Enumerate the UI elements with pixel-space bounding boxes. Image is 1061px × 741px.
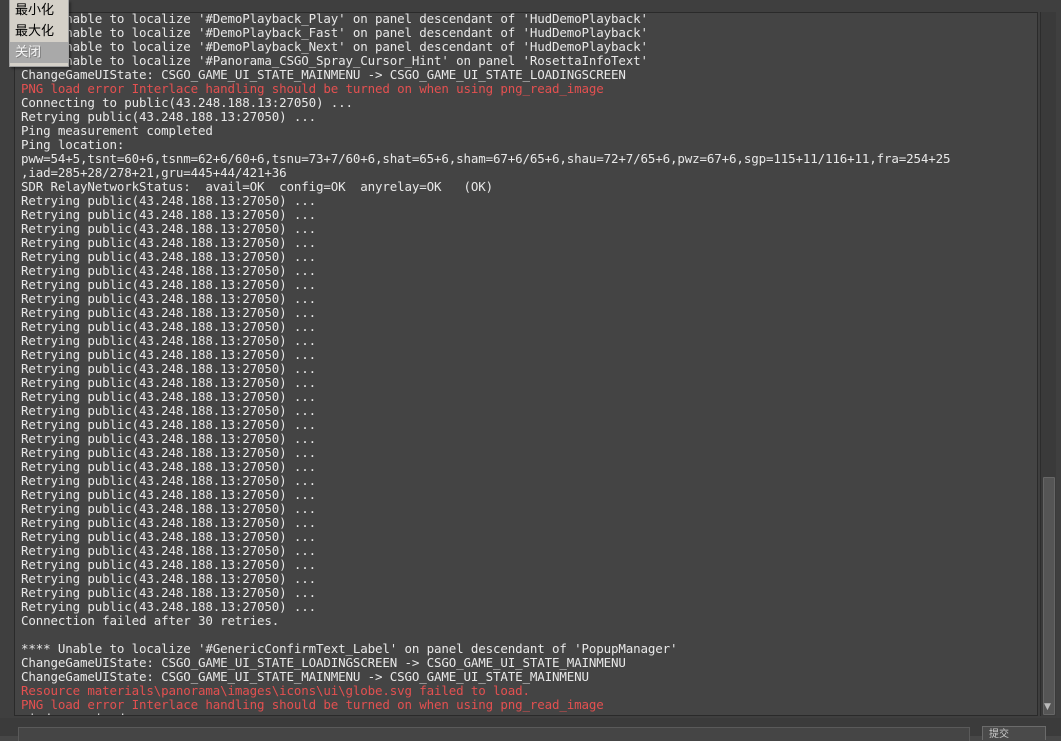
console-line: ChangeGameUIState: CSGO_GAME_UI_STATE_LO…	[21, 655, 626, 670]
console-line: window resized	[21, 712, 1031, 716]
console-line: Retrying public(43.248.188.13:27050) ...	[21, 571, 317, 586]
console-line: Connecting to public(43.248.188.13:27050…	[21, 95, 353, 110]
console-line: Ping location:	[21, 137, 125, 152]
console-line: Retrying public(43.248.188.13:27050) ...	[21, 459, 317, 474]
console-line: Retrying public(43.248.188.13:27050) ...	[21, 249, 317, 264]
console-line: Retrying public(43.248.188.13:27050) ...	[21, 389, 317, 404]
console-line: Retrying public(43.248.188.13:27050) ...	[21, 207, 317, 222]
console-line: Retrying public(43.248.188.13:27050) ...	[21, 473, 317, 488]
console-line: Retrying public(43.248.188.13:27050) ...	[21, 515, 317, 530]
submit-button[interactable]: 提交	[982, 726, 1046, 740]
console-scrollbar[interactable]: ▼	[1040, 12, 1056, 716]
console-line: Retrying public(43.248.188.13:27050) ...	[21, 375, 317, 390]
console-line: ChangeGameUIState: CSGO_GAME_UI_STATE_MA…	[21, 669, 589, 684]
console-line: ChangeGameUIState: CSGO_GAME_UI_STATE_MA…	[21, 67, 626, 82]
console-line: Retrying public(43.248.188.13:27050) ...	[21, 109, 317, 124]
console-line: Retrying public(43.248.188.13:27050) ...	[21, 431, 317, 446]
console-window: **** Unable to localize '#DemoPlayback_P…	[0, 0, 1061, 741]
console-log: **** Unable to localize '#DemoPlayback_P…	[21, 12, 1031, 716]
console-line: Retrying public(43.248.188.13:27050) ...	[21, 347, 317, 362]
console-line: Retrying public(43.248.188.13:27050) ...	[21, 599, 317, 614]
console-line: Retrying public(43.248.188.13:27050) ...	[21, 193, 317, 208]
console-line: Retrying public(43.248.188.13:27050) ...	[21, 333, 317, 348]
scrollbar-thumb[interactable]	[1043, 477, 1055, 715]
console-line: **** Unable to localize '#Panorama_CSGO_…	[21, 53, 648, 68]
console-output[interactable]: **** Unable to localize '#DemoPlayback_P…	[14, 12, 1038, 716]
console-line: Retrying public(43.248.188.13:27050) ...	[21, 487, 317, 502]
console-line: Ping measurement completed	[21, 123, 213, 138]
console-line: **** Unable to localize '#DemoPlayback_F…	[21, 25, 648, 40]
scroll-down-arrow-icon[interactable]: ▼	[1044, 702, 1051, 712]
console-line: Retrying public(43.248.188.13:27050) ...	[21, 403, 317, 418]
menu-item-maximize[interactable]: 最大化	[10, 21, 68, 42]
console-line: Retrying public(43.248.188.13:27050) ...	[21, 529, 317, 544]
console-line: Retrying public(43.248.188.13:27050) ...	[21, 585, 317, 600]
console-line: Retrying public(43.248.188.13:27050) ...	[21, 501, 317, 516]
console-line: Retrying public(43.248.188.13:27050) ...	[21, 557, 317, 572]
console-line: ,iad=285+28/278+21,gru=445+44/421+36	[21, 165, 287, 180]
console-line-error: PNG load error Interlace handling should…	[21, 81, 604, 96]
console-line: Retrying public(43.248.188.13:27050) ...	[21, 445, 317, 460]
console-line: **** Unable to localize '#DemoPlayback_N…	[21, 39, 648, 54]
console-line: Retrying public(43.248.188.13:27050) ...	[21, 221, 317, 236]
console-line: **** Unable to localize '#DemoPlayback_P…	[21, 12, 648, 26]
console-line-error: PNG load error Interlace handling should…	[21, 697, 604, 712]
console-line: Retrying public(43.248.188.13:27050) ...	[21, 277, 317, 292]
console-line: Retrying public(43.248.188.13:27050) ...	[21, 235, 317, 250]
console-line: Retrying public(43.248.188.13:27050) ...	[21, 305, 317, 320]
command-input[interactable]	[18, 727, 970, 741]
menu-item-minimize[interactable]: 最小化	[10, 0, 68, 21]
console-line: pww=54+5,tsnt=60+6,tsnm=62+6/60+6,tsnu=7…	[21, 151, 951, 166]
console-line: Retrying public(43.248.188.13:27050) ...	[21, 319, 317, 334]
console-line: Connection failed after 30 retries.	[21, 613, 280, 628]
console-line: Retrying public(43.248.188.13:27050) ...	[21, 361, 317, 376]
console-line: Retrying public(43.248.188.13:27050) ...	[21, 291, 317, 306]
console-line: Retrying public(43.248.188.13:27050) ...	[21, 543, 317, 558]
console-line: SDR RelayNetworkStatus: avail=OK config=…	[21, 179, 494, 194]
menu-item-close[interactable]: 关闭	[10, 42, 68, 63]
console-line: Retrying public(43.248.188.13:27050) ...	[21, 417, 317, 432]
console-line: Retrying public(43.248.188.13:27050) ...	[21, 263, 317, 278]
console-line: **** Unable to localize '#GenericConfirm…	[21, 641, 678, 656]
console-line-error: Resource materials\panorama\images\icons…	[21, 683, 530, 698]
window-context-menu: 最小化 最大化 关闭	[9, 0, 69, 67]
command-bar: 提交	[0, 718, 1061, 741]
